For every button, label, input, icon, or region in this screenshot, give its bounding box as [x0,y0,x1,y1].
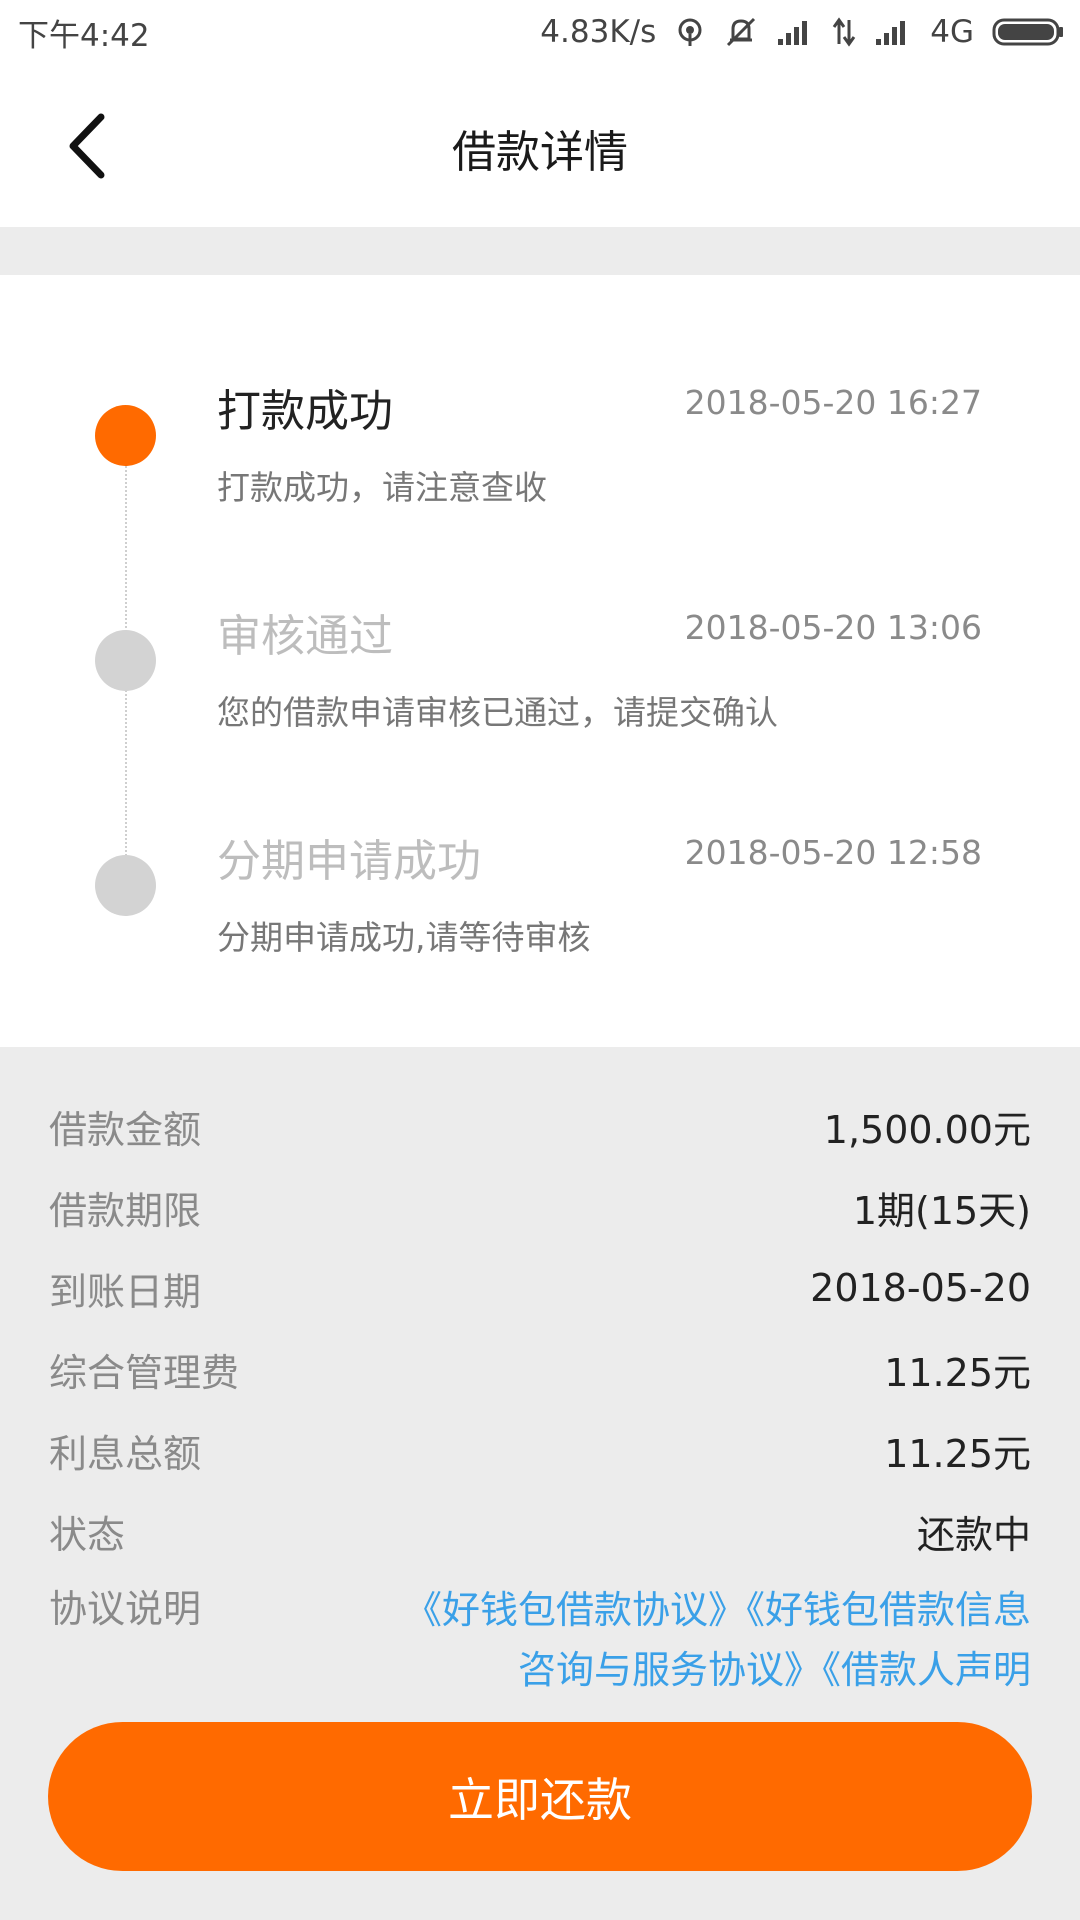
detail-row-interest: 利息总额 11.25元 [49,1420,1031,1480]
agreement-link-loan[interactable]: 《好钱包借款协议》 [404,1588,746,1632]
status-time: 下午4:42 [18,17,150,54]
page-title: 借款详情 [452,127,628,178]
timeline-time: 2018-05-20 13:06 [684,608,982,647]
detail-row-arrival-date: 到账日期 2018-05-20 [49,1258,1031,1318]
detail-value: 11.25元 [884,1431,1031,1476]
agreement-label: 协议说明 [49,1587,202,1631]
data-arrows-icon [832,16,856,48]
timeline-title: 分期申请成功 [217,836,481,887]
detail-label: 综合管理费 [49,1350,240,1395]
detail-label: 状态 [49,1512,126,1557]
detail-value: 2018-05-20 [810,1266,1031,1310]
detail-value: 还款中 [916,1512,1031,1557]
detail-label: 利息总额 [49,1431,202,1476]
timeline-title: 审核通过 [217,611,393,662]
detail-row-amount: 借款金额 1,500.00元 [49,1096,1031,1156]
agreement-link-declaration[interactable]: 《借款人声明 [822,1648,1031,1692]
detail-value: 1,500.00元 [823,1107,1031,1152]
timeline-item: 审核通过 2018-05-20 13:06 您的借款申请审核已通过，请提交确认 [0,500,1080,732]
agreement-links: 《好钱包借款协议》《好钱包借款信息咨询与服务协议》《借款人声明 [391,1580,1031,1700]
detail-label: 借款金额 [49,1107,202,1152]
timeline-dot [95,630,156,691]
timeline-time: 2018-05-20 16:27 [684,383,982,422]
detail-value: 11.25元 [884,1350,1031,1395]
network-type: 4G [930,14,974,50]
signal-icon [874,17,912,47]
timeline-dot [95,855,156,916]
status-icons: 4.83K/s 4G [540,14,1064,50]
detail-label: 到账日期 [49,1269,202,1314]
timeline-time: 2018-05-20 12:58 [684,833,982,872]
mute-icon [724,15,758,49]
timeline-dot-active [95,405,156,466]
nav-bar: 借款详情 [0,64,1080,227]
timeline-title: 打款成功 [217,386,393,437]
detail-row-status: 状态 还款中 [49,1501,1031,1561]
detail-value: 1期(15天) [852,1188,1031,1233]
detail-row-term: 借款期限 1期(15天) [49,1177,1031,1237]
detail-label: 借款期限 [49,1188,202,1233]
timeline-desc: 分期申请成功,请等待审核 [217,918,591,957]
status-bar: 下午4:42 4.83K/s 4G [0,0,1080,64]
repay-now-button[interactable]: 立即还款 [48,1722,1032,1871]
loan-detail-page: 下午4:42 4.83K/s 4G 借款详情 打款成功 2018-05-20 1… [0,0,1080,1920]
detail-row-management-fee: 综合管理费 11.25元 [49,1339,1031,1399]
net-speed: 4.83K/s [540,14,657,50]
battery-icon [992,16,1064,48]
hotspot-icon [674,16,706,48]
timeline-card: 打款成功 2018-05-20 16:27 打款成功，请注意查收 审核通过 20… [0,275,1080,1047]
timeline-item: 分期申请成功 2018-05-20 12:58 分期申请成功,请等待审核 [0,725,1080,957]
signal-icon [776,17,814,47]
timeline-item: 打款成功 2018-05-20 16:27 打款成功，请注意查收 [0,275,1080,507]
